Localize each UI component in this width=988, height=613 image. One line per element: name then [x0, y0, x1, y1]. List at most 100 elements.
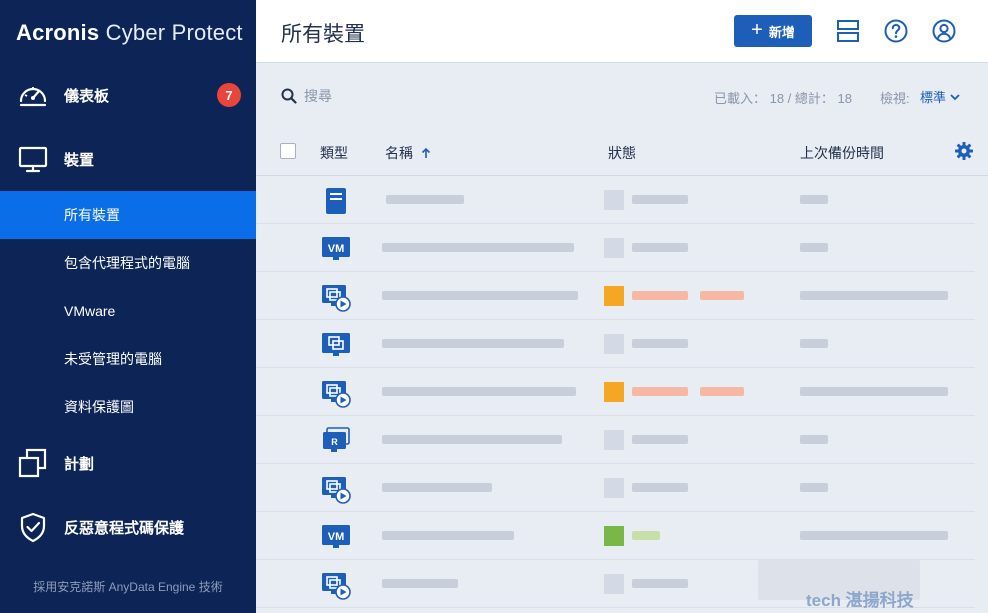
table-row[interactable]: VM [256, 512, 976, 560]
status-text [632, 435, 688, 444]
svg-text:VM: VM [328, 531, 345, 543]
status-text [632, 579, 688, 588]
sidebar-item-unmanaged-machines[interactable]: 未受管理的電腦 [0, 335, 256, 383]
table-row[interactable] [256, 464, 976, 512]
status-text [700, 387, 744, 396]
table-row[interactable] [256, 368, 976, 416]
column-header-last-backup[interactable]: 上次備份時間 [800, 143, 884, 163]
page-header: 所有裝置 + 新增 [256, 0, 988, 63]
vertical-scrollbar[interactable] [975, 176, 988, 613]
table-row[interactable]: R [256, 416, 976, 464]
ok-status-icon [604, 526, 624, 546]
shield-check-icon [20, 512, 46, 543]
column-header-status[interactable]: 狀態 [608, 143, 636, 163]
view-mode-dropdown[interactable]: 標準 [920, 87, 960, 106]
dashboard-gauge-icon [19, 87, 47, 107]
status-icon [604, 190, 624, 210]
last-backup-time [800, 195, 828, 204]
sidebar-item-data-protection-map[interactable]: 資料保護圖 [0, 383, 256, 431]
table-row[interactable] [256, 176, 976, 224]
table-row[interactable] [256, 320, 976, 368]
alert-count-badge: 7 [217, 83, 241, 107]
device-name [382, 531, 514, 540]
sidebar-item-machines-with-agents[interactable]: 包含代理程式的電腦 [0, 239, 256, 287]
sidebar-item-label: 資料保護圖 [64, 399, 134, 415]
sidebar-item-all-devices[interactable]: 所有裝置 [0, 191, 256, 239]
device-name [382, 243, 574, 252]
device-name [382, 339, 564, 348]
sidebar-item-vmware[interactable]: VMware [0, 287, 256, 335]
status-text [632, 195, 688, 204]
main-content: 已載入： 18 / 總計： 18 檢視: 標準 類型 名稱 狀態 上次備份時間 [256, 64, 988, 613]
device-name [382, 483, 492, 492]
status-text [632, 243, 688, 252]
add-device-button[interactable]: + 新增 [734, 15, 812, 47]
status-text [632, 387, 688, 396]
device-name [382, 291, 578, 300]
svg-text:R: R [331, 437, 338, 447]
loaded-total-count: 已載入： 18 / 總計： 18 [714, 91, 852, 106]
physical-machine-icon [322, 333, 350, 356]
status-icon [604, 334, 624, 354]
last-backup-time [800, 243, 828, 252]
sidebar-item-antimalware[interactable]: 反惡意程式碼保護 [0, 495, 256, 559]
sidebar-item-devices[interactable]: 裝置 [0, 127, 256, 191]
help-icon[interactable] [883, 18, 909, 44]
user-account-icon[interactable] [931, 18, 957, 44]
last-backup-time [800, 435, 828, 444]
last-backup-time [800, 531, 948, 540]
vm-icon: VM [322, 525, 350, 548]
table-row[interactable] [256, 272, 976, 320]
device-name [382, 435, 562, 444]
status-text [632, 339, 688, 348]
replica-icon: R [323, 427, 350, 452]
sidebar: Acronis Cyber Protect 儀表板 7 裝置 所有裝置 包含代理… [0, 0, 256, 613]
search-input[interactable] [304, 84, 504, 108]
status-icon [604, 238, 624, 258]
status-icon [604, 430, 624, 450]
monitor-icon [18, 146, 48, 173]
column-header-name[interactable]: 名稱 [385, 143, 432, 163]
sort-ascending-icon [421, 147, 430, 158]
plus-icon: + [751, 19, 763, 41]
column-header-label: 名稱 [385, 145, 413, 161]
column-header-type[interactable]: 類型 [320, 143, 348, 163]
select-all-checkbox[interactable] [280, 143, 296, 159]
last-backup-time [800, 387, 948, 396]
last-backup-time [800, 291, 948, 300]
warning-status-icon [604, 286, 624, 306]
sidebar-footer: 採用安克諾斯 AnyData Engine 技術 [33, 580, 223, 594]
server-icon [326, 188, 346, 214]
svg-text:VM: VM [328, 243, 345, 255]
status-icon [604, 478, 624, 498]
sidebar-item-label: 所有裝置 [64, 207, 120, 223]
table-header: 類型 名稱 狀態 上次備份時間 [256, 128, 988, 176]
sidebar-item-label: 未受管理的電腦 [64, 351, 162, 367]
sidebar-item-dashboard[interactable]: 儀表板 7 [0, 63, 256, 127]
vm-icon: VM [322, 237, 350, 260]
status-icon [604, 574, 624, 594]
chevron-down-icon [950, 93, 960, 100]
status-text [632, 483, 688, 492]
brand-product: Cyber Protect [105, 20, 243, 45]
virtual-machine-icon [322, 381, 351, 408]
add-button-label: 新增 [768, 24, 795, 40]
warning-status-icon [604, 382, 624, 402]
device-name [382, 579, 458, 588]
sidebar-item-label: 裝置 [64, 151, 95, 169]
last-backup-time [800, 339, 828, 348]
table-row[interactable]: VM [256, 224, 976, 272]
status-text [632, 531, 660, 540]
grid-view-icon[interactable] [835, 18, 861, 44]
brand-logo: Acronis Cyber Protect [16, 20, 243, 46]
view-mode-value: 標準 [920, 90, 947, 105]
status-text [632, 291, 688, 300]
virtual-machine-icon [322, 573, 351, 600]
device-name [382, 387, 576, 396]
status-text [700, 291, 744, 300]
page-title: 所有裝置 [281, 23, 365, 46]
sidebar-item-plans[interactable]: 計劃 [0, 431, 256, 495]
virtual-machine-icon [322, 285, 351, 312]
gear-icon[interactable] [954, 141, 974, 161]
sidebar-item-label: 計劃 [64, 455, 95, 473]
